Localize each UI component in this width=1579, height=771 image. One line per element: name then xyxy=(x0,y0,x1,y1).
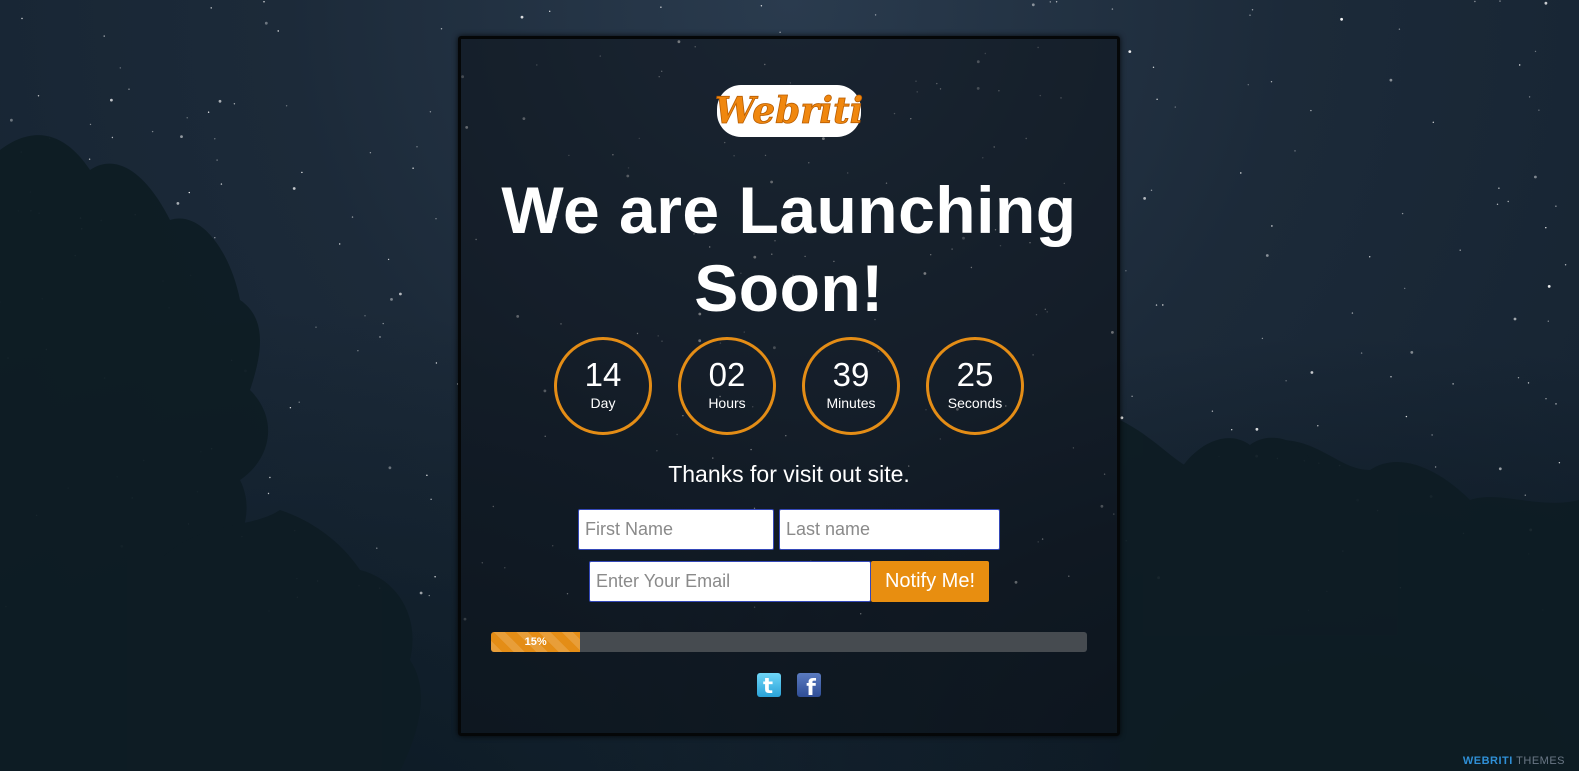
twitter-link[interactable]: t xyxy=(756,672,782,703)
minutes-label: Minutes xyxy=(826,395,876,411)
days-value: 14 xyxy=(584,356,622,393)
brand-part-1: WEBRITI xyxy=(1462,755,1513,767)
first-name-input[interactable] xyxy=(578,509,774,550)
facebook-icon: f xyxy=(797,673,822,701)
countdown-days: 14 Day xyxy=(554,337,652,435)
launch-panel: Webriti We are Launching Soon! 14 Day 02… xyxy=(458,36,1120,736)
social-links: t f xyxy=(461,672,1117,703)
title-line-1: We are Launching xyxy=(501,173,1077,247)
minutes-value: 39 xyxy=(832,356,870,393)
hours-value: 02 xyxy=(708,356,746,393)
webriti-logo: Webriti xyxy=(461,83,1117,144)
email-input[interactable] xyxy=(589,561,871,602)
countdown-timer: 14 Day 02 Hours 39 Minutes 25 Seconds xyxy=(461,337,1117,435)
brand-part-2: THEMES xyxy=(1512,755,1565,767)
days-label: Day xyxy=(590,395,616,411)
thanks-message: Thanks for visit out site. xyxy=(668,461,910,487)
logo-text: Webriti xyxy=(715,90,863,132)
progress-fill: 15% xyxy=(491,632,581,652)
hours-label: Hours xyxy=(708,395,746,411)
countdown-seconds: 25 Seconds xyxy=(926,337,1024,435)
page-title: We are Launching Soon! xyxy=(471,171,1107,327)
seconds-label: Seconds xyxy=(947,395,1003,411)
countdown-minutes: 39 Minutes xyxy=(802,337,900,435)
facebook-link[interactable]: f xyxy=(796,672,822,703)
title-line-2: Soon! xyxy=(694,251,884,325)
seconds-value: 25 xyxy=(956,356,994,393)
countdown-hours: 02 Hours xyxy=(678,337,776,435)
launch-progress-bar: 15% xyxy=(491,632,1087,652)
facebook-glyph: f xyxy=(806,676,816,698)
twitter-icon: t xyxy=(756,673,781,698)
last-name-input[interactable] xyxy=(779,509,1000,550)
footer-brand: WEBRITI THEMES xyxy=(1463,755,1565,767)
notify-me-button[interactable]: Notify Me! xyxy=(871,561,989,602)
twitter-glyph: t xyxy=(763,674,773,698)
